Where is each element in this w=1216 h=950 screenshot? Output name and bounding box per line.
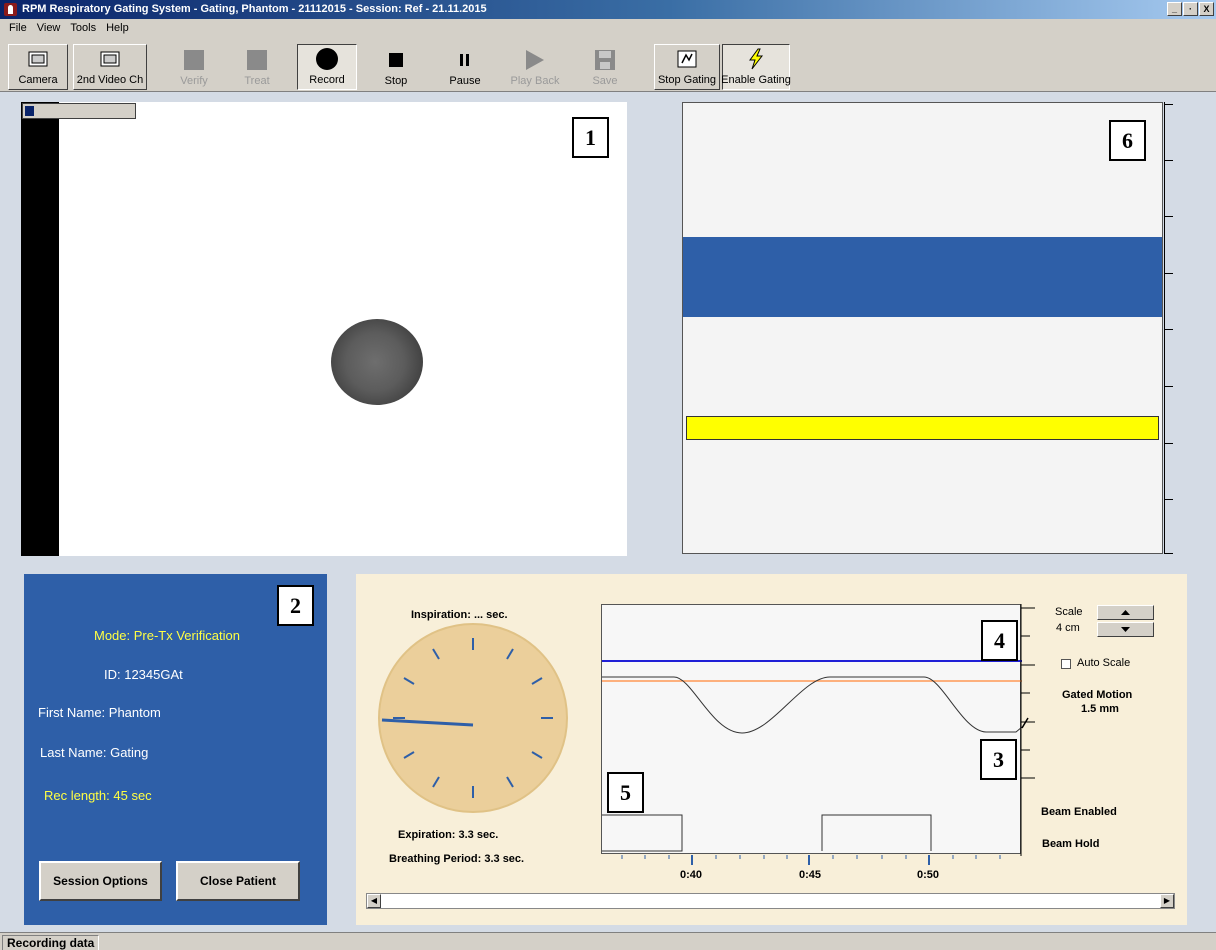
pause-icon bbox=[460, 47, 470, 73]
camera-button[interactable]: Camera bbox=[8, 44, 68, 90]
expiration-text: Expiration: 3.3 sec. bbox=[398, 829, 499, 841]
gating-bar-yellow bbox=[686, 416, 1159, 440]
arrow-up-icon bbox=[1121, 609, 1130, 615]
patient-id: ID: 12345GAt bbox=[104, 667, 183, 682]
breathing-period-text: Breathing Period: 3.3 sec. bbox=[389, 853, 525, 865]
first-name: First Name: Phantom bbox=[38, 705, 161, 720]
title-bar: RPM Respiratory Gating System - Gating, … bbox=[0, 0, 1216, 19]
gating-axis-tick bbox=[1164, 499, 1173, 500]
label-4: 4 bbox=[981, 620, 1018, 661]
save-icon bbox=[594, 47, 616, 73]
rec-length: Rec length: 45 sec bbox=[44, 788, 152, 803]
breathing-waveform bbox=[602, 676, 1022, 734]
beam-enabled-label: Beam Enabled bbox=[1041, 806, 1117, 818]
label-1: 1 bbox=[572, 117, 609, 158]
video-left-border bbox=[21, 102, 59, 556]
verify-button[interactable]: Verify bbox=[172, 44, 216, 90]
trace-svg bbox=[602, 660, 1022, 852]
gating-axis-tick bbox=[1164, 329, 1173, 330]
video-panel: 1 bbox=[21, 102, 627, 556]
session-options-button[interactable]: Session Options bbox=[39, 861, 162, 901]
scroll-left-button[interactable]: ◀ bbox=[367, 894, 381, 908]
time-label-045: 0:45 bbox=[799, 869, 822, 881]
video-progress-bar bbox=[22, 103, 136, 119]
playback-button[interactable]: Play Back bbox=[509, 44, 561, 90]
status-text: Recording data bbox=[2, 935, 100, 950]
stop-gating-icon bbox=[677, 46, 697, 72]
stop-gating-button[interactable]: Stop Gating bbox=[654, 44, 720, 90]
marker-block-image bbox=[331, 319, 423, 405]
current-position-tick bbox=[1021, 717, 1029, 729]
stop-icon bbox=[389, 47, 403, 73]
scale-up-button[interactable] bbox=[1097, 605, 1154, 620]
breathing-clock bbox=[378, 623, 568, 813]
scroll-right-button[interactable]: ▶ bbox=[1160, 894, 1174, 908]
menu-tools[interactable]: Tools bbox=[65, 22, 101, 34]
menu-bar: File View Tools Help bbox=[0, 19, 1216, 37]
time-label-040: 0:40 bbox=[680, 869, 703, 881]
beam-hold-label: Beam Hold bbox=[1042, 838, 1100, 850]
trace-time-axis bbox=[621, 855, 1001, 865]
record-button[interactable]: Record bbox=[297, 44, 357, 90]
gated-motion-label: Gated Motion bbox=[1062, 689, 1133, 701]
stop-button[interactable]: Stop bbox=[372, 44, 420, 90]
scale-down-button[interactable] bbox=[1097, 622, 1154, 637]
menu-help[interactable]: Help bbox=[101, 22, 134, 34]
treat-button[interactable]: Treat bbox=[235, 44, 279, 90]
video-icon bbox=[100, 46, 120, 72]
scale-label: Scale bbox=[1055, 606, 1083, 618]
label-5: 5 bbox=[607, 772, 644, 813]
close-patient-button[interactable]: Close Patient bbox=[176, 861, 300, 901]
trace-scrollbar[interactable]: ◀ ▶ bbox=[366, 893, 1175, 909]
scale-value: 4 cm bbox=[1056, 622, 1080, 634]
toolbar: Camera 2nd Video Ch Verify Treat Record … bbox=[0, 37, 1216, 92]
second-video-button[interactable]: 2nd Video Ch bbox=[73, 44, 147, 90]
mode-text: Mode: Pre-Tx Verification bbox=[94, 628, 240, 643]
video-progress-fill bbox=[25, 106, 34, 116]
label-3: 3 bbox=[980, 739, 1017, 780]
auto-scale-checkbox[interactable] bbox=[1061, 659, 1071, 669]
beam-status-waveform bbox=[602, 814, 932, 852]
gating-axis-tick bbox=[1164, 216, 1173, 217]
gating-window-panel: 6 bbox=[682, 102, 1163, 554]
play-icon bbox=[525, 47, 545, 73]
trace-right-axis bbox=[1020, 604, 1035, 856]
arrow-down-icon bbox=[1121, 626, 1130, 632]
save-button[interactable]: Save bbox=[583, 44, 627, 90]
close-button[interactable]: X bbox=[1199, 2, 1214, 16]
enable-gating-button[interactable]: Enable Gating bbox=[721, 44, 791, 90]
record-icon bbox=[315, 46, 339, 72]
status-bar: Recording data bbox=[0, 932, 1216, 950]
gating-axis bbox=[1164, 102, 1165, 554]
gating-bar-blue bbox=[683, 237, 1162, 317]
pause-button[interactable]: Pause bbox=[441, 44, 489, 90]
gating-axis-tick bbox=[1164, 273, 1173, 274]
lightning-icon bbox=[746, 46, 766, 72]
label-6: 6 bbox=[1109, 120, 1146, 161]
breathing-trace-chart: 4 3 5 bbox=[601, 604, 1022, 854]
gated-motion-value: 1.5 mm bbox=[1081, 703, 1119, 715]
patient-info-panel: 2 Mode: Pre-Tx Verification ID: 12345GAt… bbox=[24, 574, 327, 925]
time-label-050: 0:50 bbox=[917, 869, 940, 881]
last-name: Last Name: Gating bbox=[40, 745, 149, 760]
window-controls: _ · X bbox=[1167, 2, 1214, 16]
gating-axis-tick bbox=[1164, 553, 1173, 554]
gating-axis-tick bbox=[1164, 443, 1173, 444]
window-title: RPM Respiratory Gating System - Gating, … bbox=[22, 3, 487, 15]
gating-axis-tick bbox=[1164, 104, 1173, 105]
minimize-button[interactable]: _ bbox=[1167, 2, 1182, 16]
gating-axis-tick bbox=[1164, 386, 1173, 387]
maximize-button[interactable]: · bbox=[1183, 2, 1198, 16]
menu-view[interactable]: View bbox=[32, 22, 66, 34]
verify-icon bbox=[183, 47, 205, 73]
label-2: 2 bbox=[277, 585, 314, 626]
clock-face bbox=[378, 623, 568, 813]
camera-icon bbox=[28, 46, 48, 72]
menu-file[interactable]: File bbox=[4, 22, 32, 34]
auto-scale-label: Auto Scale bbox=[1077, 657, 1131, 669]
treat-icon bbox=[246, 47, 268, 73]
app-icon bbox=[4, 3, 17, 16]
gating-axis-tick bbox=[1164, 160, 1173, 161]
time-axis-ticks bbox=[621, 855, 1001, 865]
